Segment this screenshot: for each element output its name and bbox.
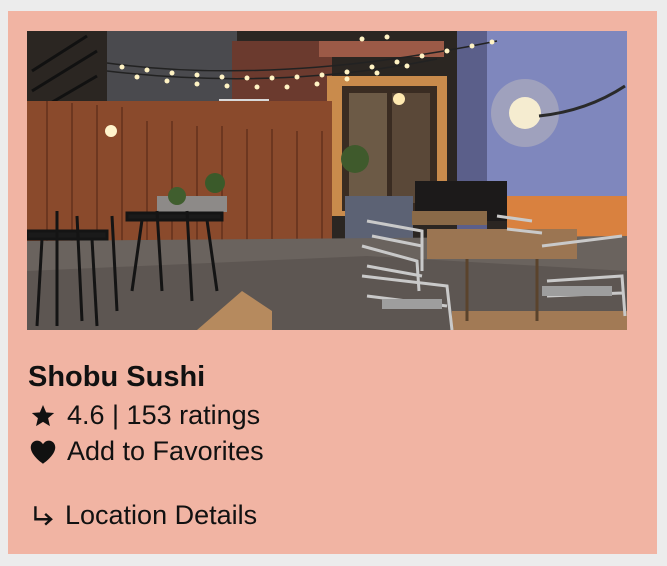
location-details-link[interactable]: Location Details <box>28 500 257 531</box>
restaurant-card: Shobu Sushi 4.6 | 153 ratings Add to Fav… <box>8 11 657 554</box>
star-icon <box>28 401 58 431</box>
restaurant-name: Shobu Sushi <box>28 361 206 393</box>
location-label: Location Details <box>65 500 258 530</box>
heart-icon <box>28 437 58 467</box>
return-arrow-icon <box>28 501 58 531</box>
restaurant-photo <box>27 31 627 330</box>
add-to-favorites-button[interactable]: Add to Favorites <box>28 436 264 467</box>
favorite-label: Add to Favorites <box>67 436 264 466</box>
rating-row: 4.6 | 153 ratings <box>28 400 260 431</box>
rating-text: 4.6 | 153 ratings <box>67 400 261 430</box>
